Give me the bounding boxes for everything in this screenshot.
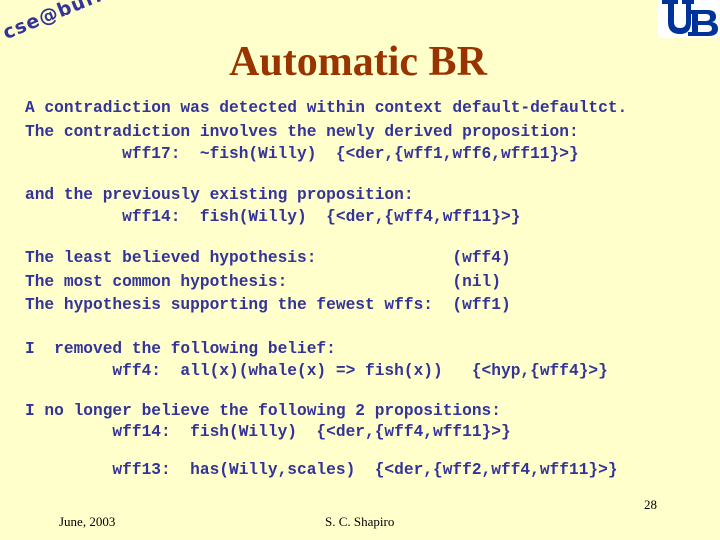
body-line-5: wff14: fish(Willy) {<der,{wff4,wff11}>} [25, 208, 521, 226]
body-line-7: The most common hypothesis: (nil) [25, 273, 501, 291]
footer-author: S. C. Shapiro [325, 514, 395, 529]
body-line-11: I no longer believe the following 2 prop… [25, 402, 501, 420]
body-line-3: wff17: ~fish(Willy) {<der,{wff1,wff6,wff… [25, 145, 579, 163]
body-line-8: The hypothesis supporting the fewest wff… [25, 296, 511, 314]
body-line-10: wff4: all(x)(whale(x) => fish(x)) {<hyp,… [25, 362, 608, 380]
body-line-6: The least believed hypothesis: (wff4) [25, 249, 511, 267]
body-line-12: wff14: fish(Willy) {<der,{wff4,wff11}>} [25, 423, 511, 441]
footer-date: June, 2003 [59, 514, 116, 529]
body-line-9: I removed the following belief: [25, 340, 336, 358]
page-title: Automatic BR [0, 38, 720, 86]
body-line-4: and the previously existing proposition: [25, 186, 414, 204]
body-line-13: wff13: has(Willy,scales) {<der,{wff2,wff… [25, 461, 618, 479]
page-number: 28 [644, 497, 657, 512]
ub-logo-icon [658, 0, 720, 38]
body-line-1: A contradiction was detected within cont… [25, 99, 628, 117]
page-title-text: Automatic BR [229, 39, 487, 85]
body-line-2: The contradiction involves the newly der… [25, 123, 579, 141]
